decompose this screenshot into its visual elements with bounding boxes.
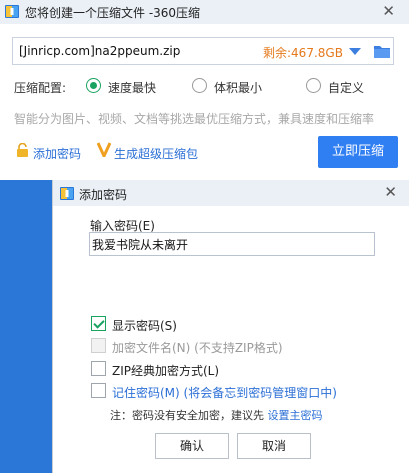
radio-indicator[interactable] <box>306 78 321 93</box>
dialog-titlebar: 添加密码 ✕ <box>53 180 409 206</box>
compress-config-label: 压缩配置: <box>14 81 67 95</box>
window-titlebar: 您将创建一个压缩文件 -360压缩 ✕ <box>0 0 409 24</box>
compress-now-button[interactable]: 立即压缩 <box>318 136 398 168</box>
remember-password-label[interactable]: 记住密码(M) (将会备忘到密码管理窗口中) <box>112 384 337 401</box>
radio-label[interactable]: 速度最快 <box>108 79 156 96</box>
background-blue-panel <box>0 180 52 473</box>
app-icon <box>5 5 19 18</box>
radio-indicator[interactable] <box>86 78 101 93</box>
close-icon[interactable]: ✕ <box>382 2 395 20</box>
lock-icon <box>17 143 28 157</box>
check-icon[interactable] <box>91 316 106 331</box>
window-title: 您将创建一个压缩文件 -360压缩 <box>25 6 201 20</box>
ok-button[interactable]: 确认 <box>155 433 229 459</box>
cancel-button[interactable]: 取消 <box>237 433 311 459</box>
set-master-password-link[interactable]: 设置主密码 <box>268 409 323 422</box>
security-note-text: 注：密码没有安全加密，建议先 <box>110 409 268 422</box>
output-path-field[interactable]: [Jinricp.com]na2ppeum.zip 剩余:467.8GB <box>12 37 394 65</box>
free-space-label: 剩余:467.8GB <box>263 46 343 60</box>
remember-password-checkbox[interactable] <box>91 383 106 398</box>
encrypt-filenames-checkbox <box>91 338 106 353</box>
folder-icon[interactable] <box>373 43 391 59</box>
app-icon <box>60 187 74 200</box>
zip-classic-label[interactable]: ZIP经典加密方式(L) <box>112 362 219 379</box>
radio-label[interactable]: 体积最小 <box>214 79 262 96</box>
close-icon[interactable]: ✕ <box>384 183 397 201</box>
encrypt-filenames-label: 加密文件名(N) (不支持ZIP格式) <box>112 341 283 355</box>
dialog-title: 添加密码 <box>79 188 128 202</box>
show-password-label[interactable]: 显示密码(S) <box>112 317 177 334</box>
v-icon <box>97 142 111 157</box>
add-password-link[interactable]: 添加密码 <box>33 145 81 162</box>
add-password-dialog: 添加密码 ✕ 输入密码(E) 显示密码(S) 加密文件名(N) (不支持ZIP格… <box>52 180 409 473</box>
password-input[interactable] <box>89 232 375 256</box>
security-note: 注：密码没有安全加密，建议先 设置主密码 <box>110 407 323 423</box>
zip-classic-checkbox[interactable] <box>91 361 106 376</box>
dropdown-arrow-icon[interactable] <box>349 48 361 55</box>
compress-hint: 智能分为图片、视频、文档等挑选最优压缩方式，兼具速度和压缩率 <box>14 112 375 126</box>
output-path-value[interactable]: [Jinricp.com]na2ppeum.zip <box>19 44 180 58</box>
radio-label[interactable]: 自定义 <box>328 79 364 96</box>
create-sfx-link[interactable]: 生成超级压缩包 <box>114 145 198 162</box>
radio-indicator[interactable] <box>192 78 207 93</box>
